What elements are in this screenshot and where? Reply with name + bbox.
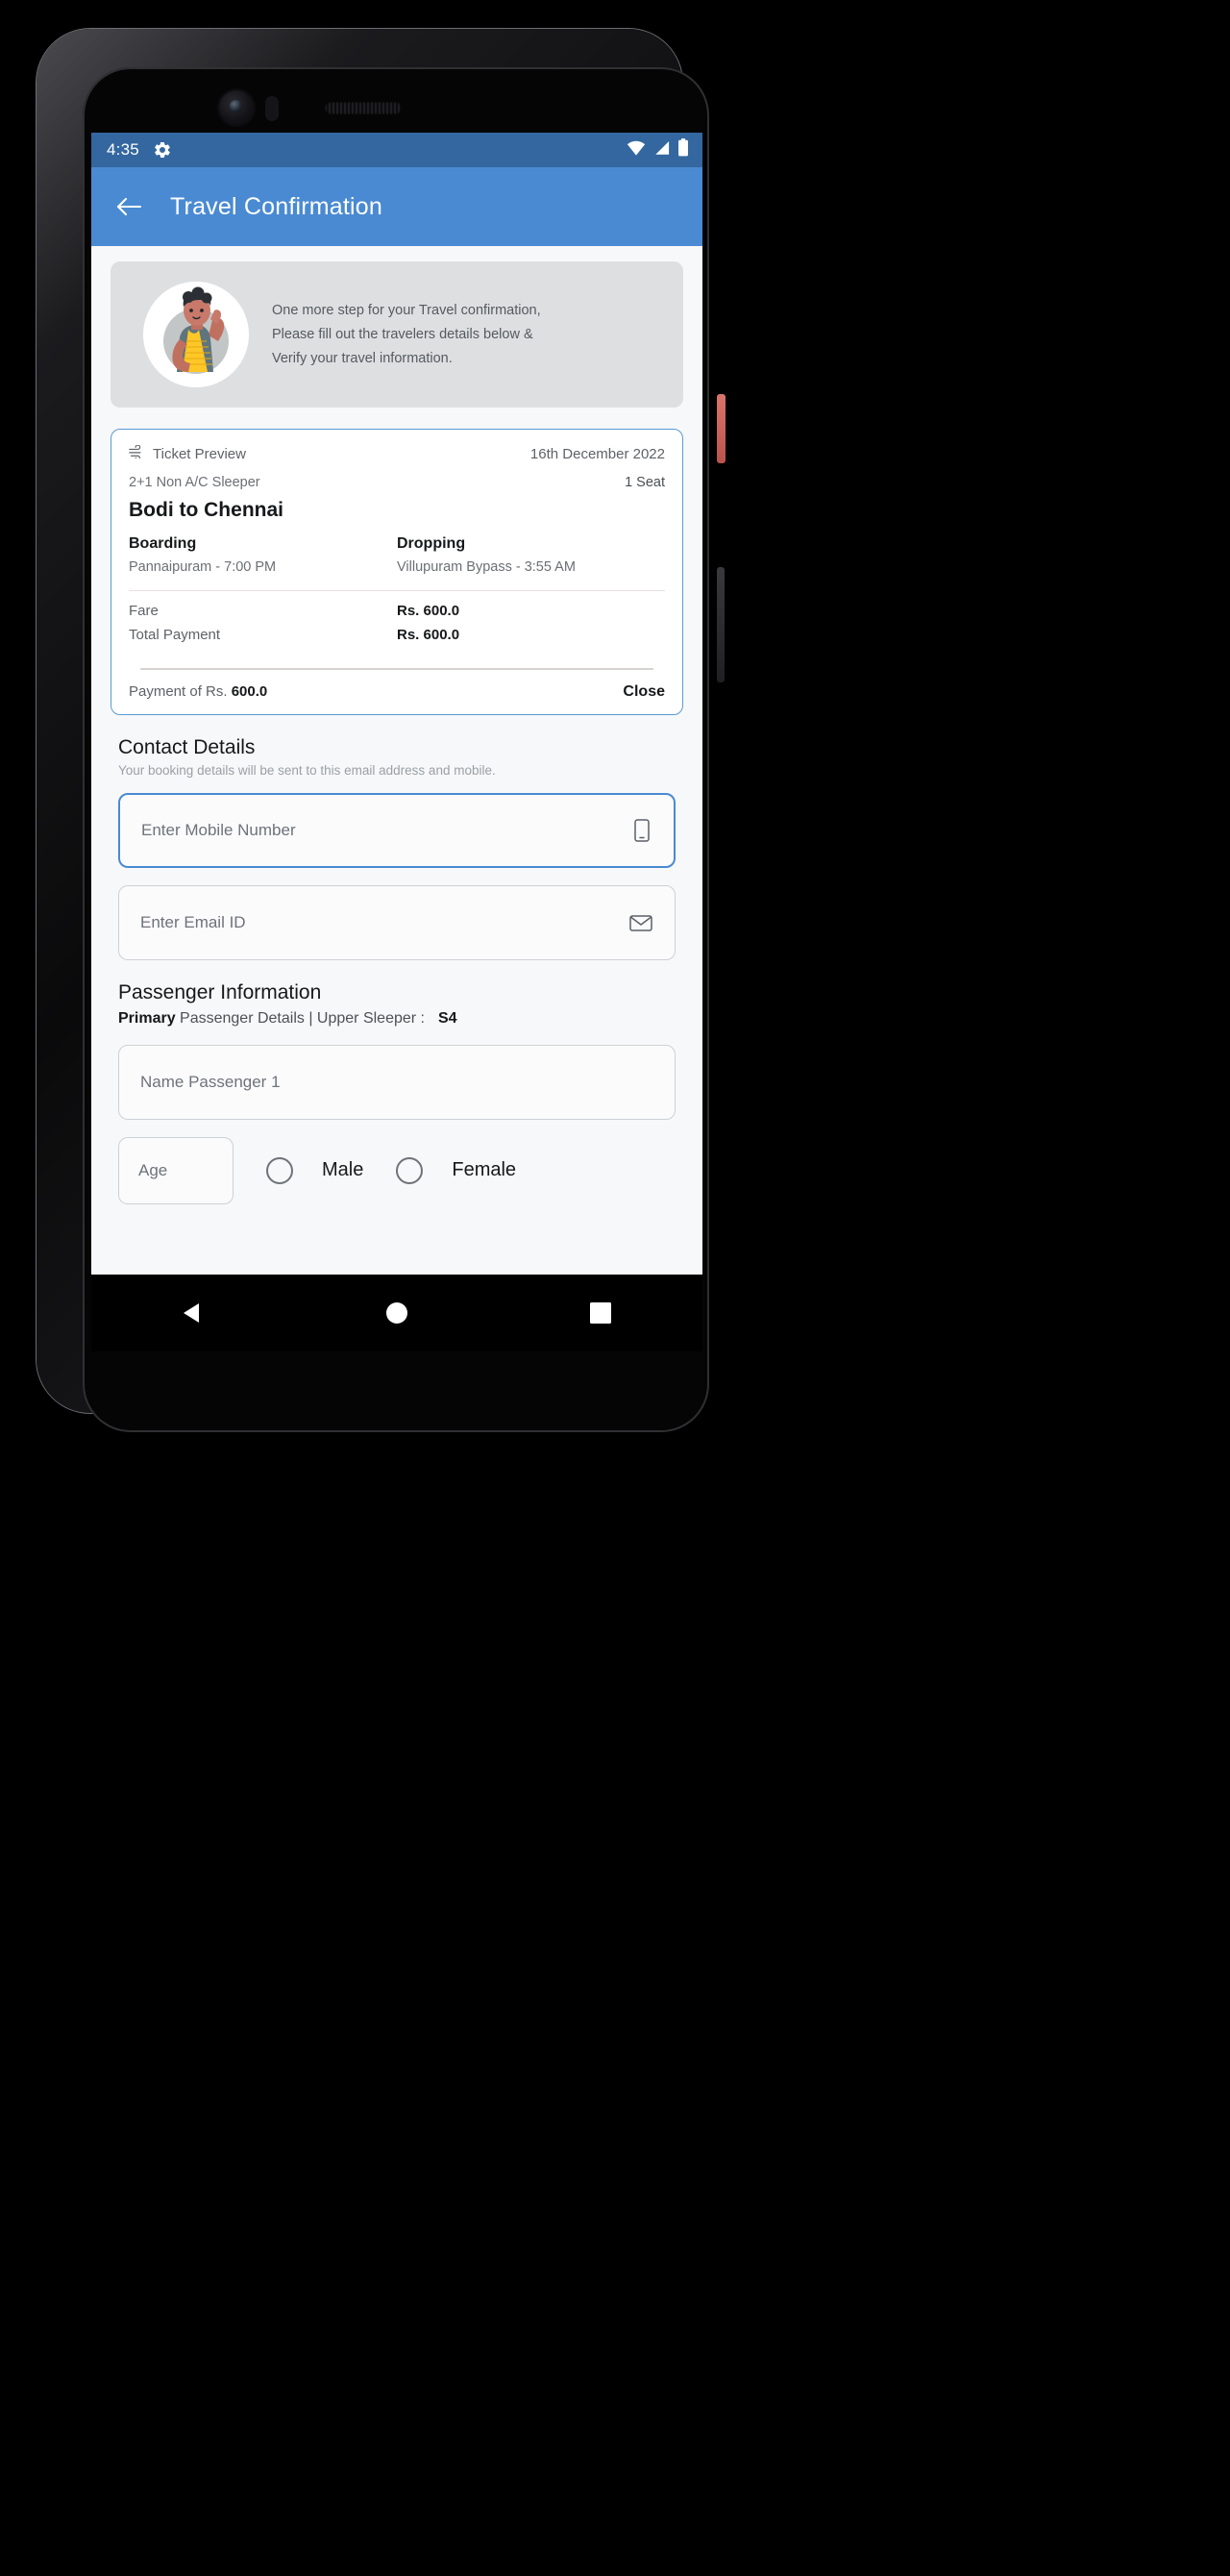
payment-summary-text: Payment of Rs. 600.0 (129, 683, 267, 700)
passenger-primary-label: Primary (118, 1009, 176, 1027)
total-payment-label: Total Payment (129, 627, 221, 643)
fare-divider (129, 590, 665, 591)
passenger-seat-number: S4 (438, 1009, 457, 1027)
signal-icon (652, 140, 671, 161)
nav-recents-square-icon[interactable] (572, 1284, 629, 1342)
power-button[interactable] (717, 394, 726, 463)
radio-circle-male-icon[interactable] (266, 1156, 293, 1184)
envelope-icon (628, 912, 653, 933)
mobile-number-placeholder: Enter Mobile Number (141, 820, 296, 839)
fare-label: Fare (129, 603, 159, 619)
radio-label-female: Female (452, 1159, 517, 1180)
banner-text: One more step for your Travel confirmati… (272, 299, 541, 371)
nav-back-triangle-icon[interactable] (164, 1284, 222, 1342)
back-arrow-icon[interactable] (112, 190, 145, 223)
dropping-column: Dropping Villupuram Bypass - 3:55 AM (397, 535, 665, 575)
android-navigation-bar (91, 1275, 702, 1351)
camera-lens-icon (230, 100, 242, 112)
payment-amount: 600.0 (231, 683, 268, 700)
contact-details-title: Contact Details (118, 735, 256, 758)
email-id-placeholder: Enter Email ID (140, 912, 246, 931)
coach-type: 2+1 Non A/C Sleeper (129, 475, 260, 490)
phone-frame: 4:35 Travel Confirmation One more step f… (37, 29, 726, 1432)
payment-prefix: Payment of Rs. (129, 683, 232, 700)
total-payment-value: Rs. 600.0 (397, 627, 460, 643)
info-banner: One more step for your Travel confirmati… (111, 261, 683, 408)
radio-label-male: Male (322, 1159, 364, 1180)
banner-line-1: One more step for your Travel confirmati… (272, 302, 541, 318)
page-title: Travel Confirmation (170, 192, 382, 220)
payment-summary-row: Payment of Rs. 600.0 Close (129, 683, 665, 701)
dropping-heading: Dropping (397, 535, 466, 552)
ticket-card-header: Ticket Preview 16th December 2022 (129, 444, 665, 462)
ticket-date: 16th December 2022 (529, 445, 665, 462)
stops-grid: Boarding Pannaipuram - 7:00 PM Dropping … (129, 535, 665, 575)
route-title: Bodi to Chennai (129, 499, 283, 521)
gear-icon (153, 140, 172, 160)
gender-radio-female[interactable]: Female (396, 1156, 517, 1184)
ticket-coach-row: 2+1 Non A/C Sleeper 1 Seat (129, 475, 665, 490)
wind-icon (129, 444, 145, 462)
passenger-details-text: Passenger Details | Upper Sleeper : (175, 1009, 425, 1027)
ticket-preview-text: Ticket Preview (153, 445, 246, 462)
status-bar: 4:35 (91, 133, 702, 167)
radio-circle-female-icon[interactable] (396, 1156, 424, 1184)
app-bar: Travel Confirmation (91, 167, 702, 246)
waving-person-illustration (143, 282, 249, 387)
banner-line-3: Verify your travel information. (272, 350, 453, 366)
proximity-sensor-icon (265, 96, 279, 121)
fare-row: Fare Rs. 600.0 (129, 603, 665, 619)
passenger-name-placeholder: Name Passenger 1 (140, 1072, 281, 1091)
passenger-information-title: Passenger Information (118, 980, 322, 1003)
status-icons-group (627, 138, 689, 161)
contact-details-subtitle: Your booking details will be sent to thi… (118, 762, 496, 778)
volume-button[interactable] (717, 567, 725, 682)
boarding-heading: Boarding (129, 535, 197, 552)
ticket-preview-card: Ticket Preview 16th December 2022 2+1 No… (111, 429, 683, 715)
ticket-preview-label-group: Ticket Preview (129, 444, 246, 462)
status-time: 4:35 (107, 140, 139, 159)
boarding-value: Pannaipuram - 7:00 PM (129, 559, 277, 575)
seat-count: 1 Seat (625, 475, 665, 490)
close-button[interactable]: Close (623, 683, 665, 701)
scroll-content[interactable]: One more step for your Travel confirmati… (91, 246, 702, 1351)
dropping-value: Villupuram Bypass - 3:55 AM (397, 559, 576, 575)
mobile-phone-icon (631, 818, 652, 843)
wifi-icon (627, 140, 646, 161)
email-id-field[interactable]: Enter Email ID (118, 884, 676, 960)
age-placeholder: Age (138, 1160, 168, 1179)
age-field[interactable]: Age (118, 1136, 234, 1204)
phone-screen: 4:35 Travel Confirmation One more step f… (91, 133, 702, 1351)
gender-radio-male[interactable]: Male (266, 1156, 364, 1184)
fare-value: Rs. 600.0 (397, 603, 460, 619)
nav-home-circle-icon[interactable] (368, 1284, 426, 1342)
front-camera-icon (217, 88, 256, 127)
boarding-column: Boarding Pannaipuram - 7:00 PM (129, 535, 397, 575)
total-payment-row: Total Payment Rs. 600.0 (129, 627, 665, 643)
payment-divider (140, 668, 653, 670)
passenger-details-line: Primary Passenger Details | Upper Sleepe… (118, 1010, 683, 1028)
age-gender-row: Age Male Female (118, 1136, 676, 1204)
mobile-number-field[interactable]: Enter Mobile Number (118, 792, 676, 868)
passenger-name-field[interactable]: Name Passenger 1 (118, 1044, 676, 1120)
banner-line-2: Please fill out the travelers details be… (272, 326, 533, 342)
earpiece-speaker (325, 102, 402, 114)
battery-icon (677, 138, 689, 161)
